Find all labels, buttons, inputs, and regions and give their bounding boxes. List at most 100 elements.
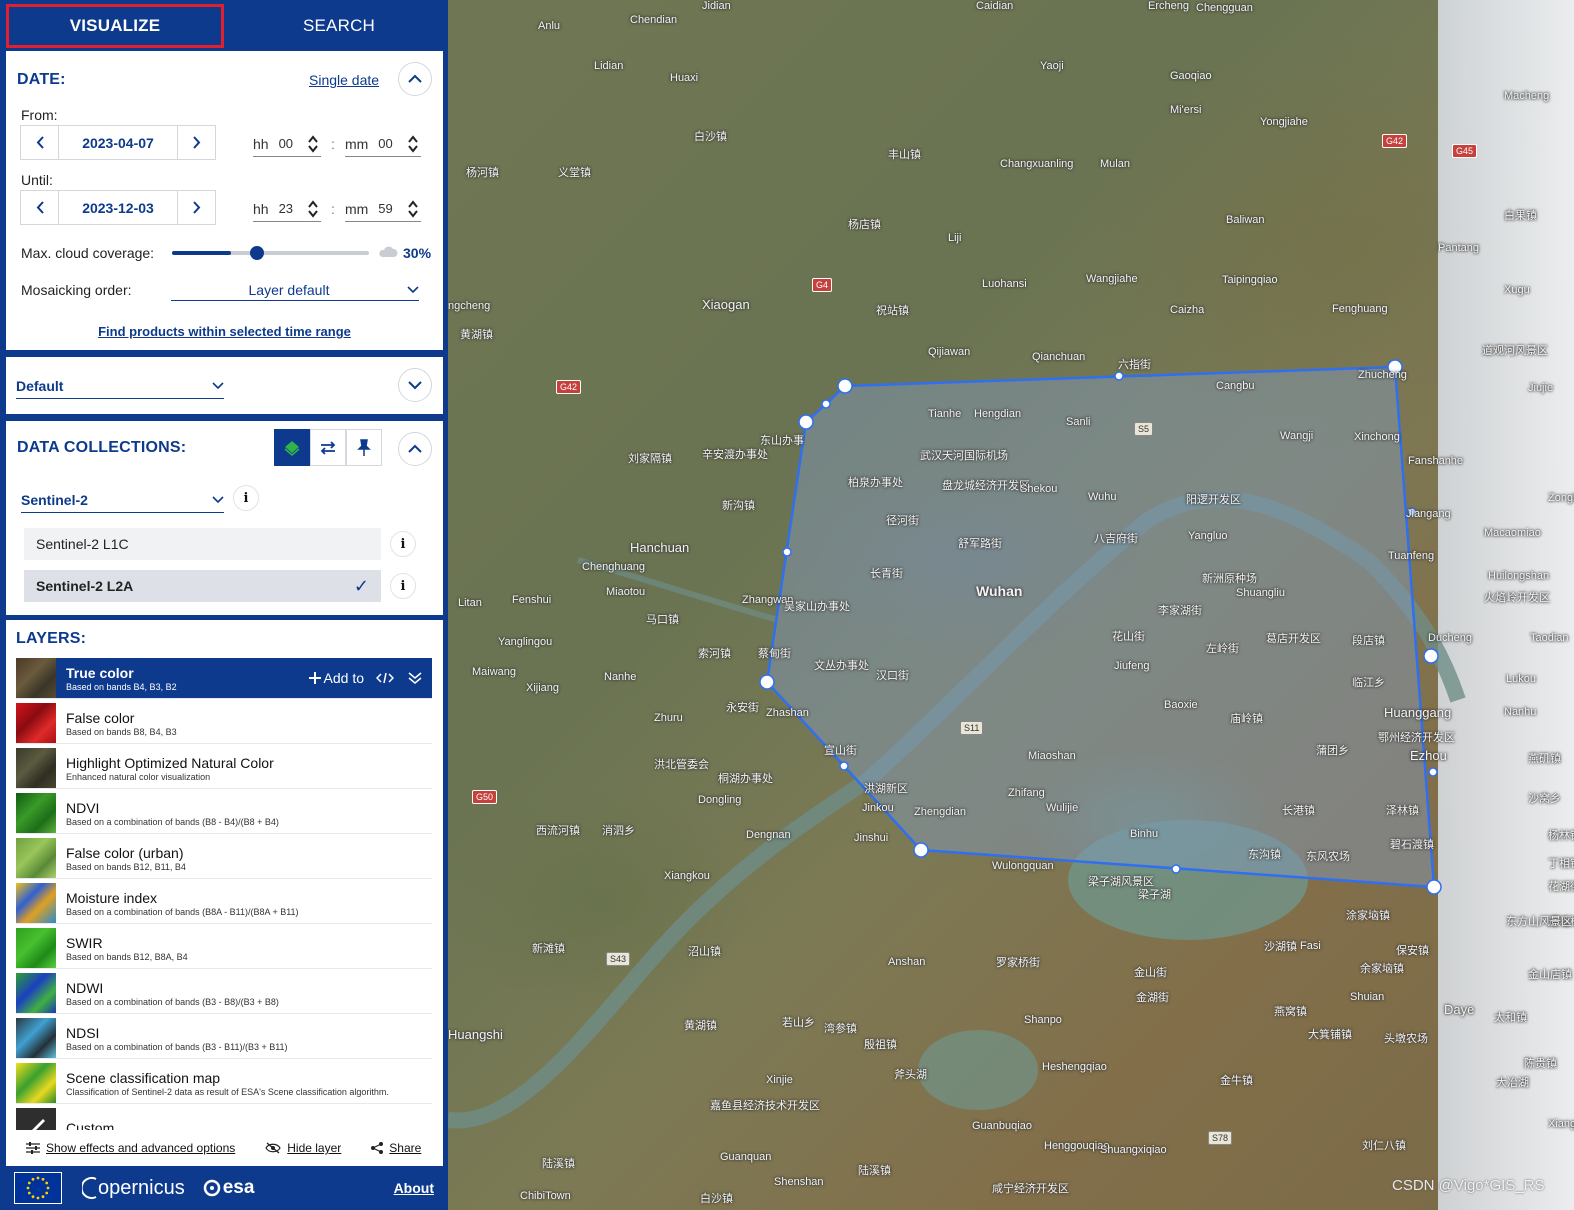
find-products-link[interactable]: Find products within selected time range xyxy=(6,324,443,339)
until-date-value[interactable]: 2023-12-03 xyxy=(58,191,178,224)
double-chevron-down-icon[interactable] xyxy=(408,671,422,685)
map-view[interactable]: Jidian Caidian Ercheng Chengguan Anlu Chendia… xyxy=(448,0,1574,1210)
theme-select[interactable]: Default xyxy=(16,373,224,399)
map-place-label: Zhucheng xyxy=(1358,369,1407,381)
layer-item-swir[interactable]: SWIR Based on bands B12, B8A, B4 xyxy=(16,928,432,968)
share-link[interactable]: Share xyxy=(371,1141,421,1155)
pin-view-button[interactable] xyxy=(346,429,382,466)
map-place-label: 火焰岭开发区 xyxy=(1484,592,1550,604)
collection-item-l2a[interactable]: Sentinel-2 L2A ✓ xyxy=(24,570,381,602)
mm-label: mm xyxy=(344,200,369,217)
tab-visualize[interactable]: VISUALIZE xyxy=(6,4,225,48)
map-place-label: 金山街 xyxy=(1134,967,1167,979)
collapse-date-button[interactable] xyxy=(398,62,432,96)
layer-thumbnail xyxy=(16,748,56,788)
collection-select[interactable]: Sentinel-2 xyxy=(21,487,224,513)
layer-item-false-color-urban[interactable]: False color (urban) Based on bands B12, B… xyxy=(16,838,432,878)
tab-search[interactable]: SEARCH xyxy=(230,4,448,48)
layer-description: Based on a combination of bands (B3 - B1… xyxy=(66,1041,288,1052)
stepper-icon[interactable] xyxy=(307,199,319,219)
from-minute-field[interactable]: mm 00 xyxy=(344,131,421,157)
add-to-button[interactable]: Add to xyxy=(308,670,364,686)
compare-view-button[interactable] xyxy=(310,429,346,466)
from-next-day-button[interactable] xyxy=(178,126,215,159)
map-place-label: Huaxi xyxy=(670,72,699,84)
single-date-link[interactable]: Single date xyxy=(309,72,379,88)
layer-item-custom[interactable]: Custom xyxy=(16,1108,432,1130)
polygon-midpoint-handle[interactable] xyxy=(1171,864,1181,874)
map-place-label: 沼山镇 xyxy=(688,946,721,958)
map-place-label: 永安街 xyxy=(726,702,759,714)
esa-logo: esa xyxy=(203,1177,254,1199)
until-next-day-button[interactable] xyxy=(178,191,215,224)
layer-item-ndwi[interactable]: NDWI Based on a combination of bands (B3 … xyxy=(16,973,432,1013)
until-minute-field[interactable]: mm 59 xyxy=(344,196,421,222)
expand-theme-button[interactable] xyxy=(398,368,432,402)
polygon-vertex-handle[interactable] xyxy=(759,674,775,690)
stepper-icon[interactable] xyxy=(407,199,419,219)
l2a-info-button[interactable]: i xyxy=(390,573,416,599)
polygon-midpoint-handle[interactable] xyxy=(1114,371,1124,381)
map-place-label: Guanbuqiao xyxy=(972,1120,1032,1132)
polygon-midpoint-handle[interactable] xyxy=(782,547,792,557)
chevron-left-icon xyxy=(36,136,44,149)
from-prev-day-button[interactable] xyxy=(21,126,58,159)
layer-item-highlight-optimized[interactable]: Highlight Optimized Natural Color Enhance… xyxy=(16,748,432,788)
map-place-label: 刘仁八镇 xyxy=(1362,1140,1406,1152)
map-place-label: 李家湖街 xyxy=(1158,605,1202,617)
l1c-info-button[interactable]: i xyxy=(390,531,416,557)
cloud-slider-thumb[interactable] xyxy=(250,246,265,260)
layer-thumbnail xyxy=(16,658,56,698)
map-place-label: 辛安渡办事处 xyxy=(702,449,768,461)
chevron-right-icon xyxy=(192,136,200,149)
collection-info-button[interactable]: i xyxy=(233,485,259,511)
map-place-label: Jiufeng xyxy=(1114,660,1150,672)
layer-item-false-color[interactable]: False color Based on bands B8, B4, B3 xyxy=(16,703,432,743)
map-place-label: Yanglingou xyxy=(498,636,553,648)
polygon-midpoint-handle[interactable] xyxy=(1428,767,1438,777)
cloud-slider-track[interactable] xyxy=(172,246,369,260)
cloud-coverage-label: Max. cloud coverage: xyxy=(21,245,155,261)
mosaicking-select[interactable]: Layer default xyxy=(171,279,419,301)
polygon-vertex-handle[interactable] xyxy=(1423,648,1439,664)
layer-item-ndvi[interactable]: NDVI Based on a combination of bands (B8 … xyxy=(16,793,432,833)
layer-item-moisture-index[interactable]: Moisture index Based on a combination of … xyxy=(16,883,432,923)
stepper-icon[interactable] xyxy=(407,134,419,154)
map-place-label: Zhashan xyxy=(766,707,809,719)
hide-layer-link[interactable]: Hide layer xyxy=(265,1141,341,1155)
collection-item-l1c[interactable]: Sentinel-2 L1C xyxy=(24,528,381,560)
layers-view-button[interactable] xyxy=(274,429,310,466)
polygon-midpoint-handle[interactable] xyxy=(821,399,831,409)
from-hour-field[interactable]: hh 00 xyxy=(253,131,322,157)
map-place-label: 阳逻开发区 xyxy=(1186,494,1241,506)
stepper-icon[interactable] xyxy=(307,134,319,154)
about-link[interactable]: About xyxy=(394,1180,434,1196)
polygon-vertex-handle[interactable] xyxy=(837,378,853,394)
map-place-label: Mulan xyxy=(1100,158,1130,170)
map-place-label: 左岭街 xyxy=(1206,643,1239,655)
layer-item-true-color[interactable]: True color Based on bands B4, B3, B2 Add… xyxy=(16,658,432,698)
layer-description: Based on bands B12, B11, B4 xyxy=(66,861,186,872)
from-date-value[interactable]: 2023-04-07 xyxy=(58,126,178,159)
map-place-label: 沙窝乡 xyxy=(1528,793,1561,805)
polygon-midpoint-handle[interactable] xyxy=(839,761,849,771)
collapse-collections-button[interactable] xyxy=(398,432,432,466)
map-place-label: 黄湖镇 xyxy=(460,329,493,341)
area-of-interest-polygon[interactable] xyxy=(448,0,1574,1210)
until-prev-day-button[interactable] xyxy=(21,191,58,224)
layer-item-scene-classification[interactable]: Scene classification map Classification o… xyxy=(16,1063,432,1103)
map-place-label: Daye xyxy=(1444,1002,1475,1017)
polygon-vertex-handle[interactable] xyxy=(1426,879,1442,895)
show-effects-link[interactable]: Show effects and advanced options xyxy=(26,1141,235,1155)
polygon-vertex-handle[interactable] xyxy=(798,414,814,430)
code-icon[interactable] xyxy=(376,672,394,684)
info-icon: i xyxy=(400,536,406,552)
data-collections-heading: DATA COLLECTIONS: xyxy=(17,439,187,456)
polygon-vertex-handle[interactable] xyxy=(913,842,929,858)
map-place-label: Qijiawan xyxy=(928,346,971,358)
layer-actions: Add to xyxy=(308,670,422,686)
map-place-label: 吴家山办事处 xyxy=(784,601,850,613)
until-hour-field[interactable]: hh 23 xyxy=(253,196,322,222)
map-place-label: 洪湖新区 xyxy=(864,783,908,795)
layer-item-ndsi[interactable]: NDSI Based on a combination of bands (B3 … xyxy=(16,1018,432,1058)
